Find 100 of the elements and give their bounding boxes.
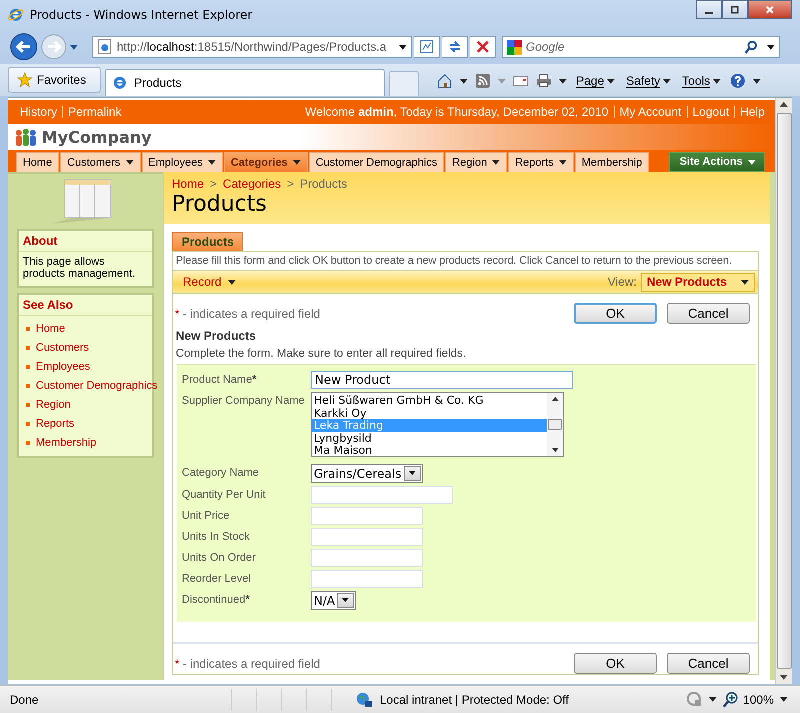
input-field[interactable]: New Product — [311, 371, 573, 389]
scrollbar[interactable] — [775, 98, 792, 684]
caret-icon[interactable] — [460, 78, 468, 84]
sidebar-link[interactable]: Customer Demographics — [36, 380, 158, 392]
form-tab[interactable]: Products — [172, 232, 244, 251]
help-icon[interactable] — [730, 73, 746, 89]
search-provider-icon — [507, 40, 522, 54]
input-field[interactable] — [311, 528, 423, 546]
address-field[interactable]: http://localhost:18515/Northwind/Pages/Products.a — [92, 36, 412, 58]
people-logo-icon — [14, 127, 38, 147]
zoom-level[interactable]: 100% — [743, 692, 774, 706]
page-chart-icon — [418, 39, 434, 55]
bullet-icon — [26, 326, 30, 330]
command-menu[interactable]: Tools — [680, 74, 724, 88]
site-actions-button[interactable]: Site Actions — [668, 152, 765, 172]
sidebar-link[interactable]: Customers — [36, 342, 90, 354]
caret-icon[interactable] — [709, 697, 718, 702]
printer-icon[interactable] — [536, 73, 552, 89]
caret-icon[interactable] — [780, 697, 788, 702]
view-selector[interactable]: New Products — [640, 272, 755, 292]
star-icon — [17, 72, 33, 88]
scroll-down-icon[interactable] — [780, 675, 788, 680]
list-box[interactable]: Heli Süßwaren GmbH & Co. KG Karkki Oy Leka Trading Lyngbysild Ma Maison — [311, 392, 564, 457]
refresh-button[interactable] — [442, 36, 468, 58]
zoom-icon[interactable] — [723, 692, 740, 708]
search-field[interactable]: Google — [502, 36, 780, 58]
scroll-up-icon[interactable] — [552, 397, 558, 402]
menu-item[interactable]: Categories — [224, 152, 308, 172]
close-button[interactable] — [748, 0, 792, 19]
menu-item[interactable]: Region — [445, 152, 508, 172]
feed-icon[interactable] — [475, 73, 492, 89]
list-option[interactable]: Karkki Oy — [312, 406, 547, 420]
caret-icon[interactable] — [559, 78, 568, 84]
caret-icon — [492, 160, 500, 165]
menu-item[interactable]: Membership — [574, 152, 650, 172]
scrollbar[interactable] — [547, 393, 563, 456]
caret-icon — [408, 471, 416, 476]
command-menu[interactable]: Safety — [624, 74, 674, 88]
sidebar-link[interactable]: Employees — [36, 360, 90, 372]
caret-icon[interactable] — [767, 44, 775, 50]
sidebar-link[interactable]: Region — [36, 398, 71, 410]
caret-icon — [607, 78, 616, 84]
bullet-icon — [26, 364, 30, 368]
ok-button[interactable]: OK — [574, 653, 657, 674]
caret-icon — [663, 78, 672, 84]
input-field[interactable] — [311, 486, 453, 504]
breadcrumb-current: Products — [300, 177, 348, 191]
sidebar-link[interactable]: Membership — [36, 436, 97, 448]
list-option[interactable]: Heli Süßwaren GmbH & Co. KG — [312, 394, 547, 407]
scroll-thumb[interactable] — [776, 113, 792, 669]
search-icon[interactable] — [744, 40, 759, 54]
dropdown-field[interactable]: N/A — [311, 591, 356, 610]
caret-icon[interactable] — [399, 44, 407, 50]
caret-icon — [713, 78, 722, 84]
input-field[interactable] — [311, 507, 423, 525]
input-field[interactable] — [311, 570, 423, 588]
caret-icon — [208, 160, 216, 165]
browser-logo-icon — [112, 75, 128, 91]
sidebar-link[interactable]: Reports — [36, 418, 75, 430]
menu-item[interactable]: Home — [16, 152, 60, 172]
ok-button[interactable]: OK — [574, 303, 657, 324]
browser-logo-icon — [8, 7, 24, 23]
dropdown-button[interactable] — [404, 466, 421, 481]
list-option[interactable]: Ma Maison — [312, 444, 547, 457]
cancel-button[interactable]: Cancel — [667, 303, 750, 324]
close-icon — [765, 4, 775, 14]
menu-item[interactable]: Customers — [60, 152, 141, 172]
dropdown-field[interactable]: Grains/Cereals — [311, 464, 423, 483]
list-option[interactable]: Lyngbysild — [312, 432, 547, 444]
minimize-button[interactable] — [696, 0, 722, 19]
field-label: Units In Stock — [182, 530, 251, 543]
back-button[interactable] — [10, 33, 38, 61]
dropdown-button[interactable] — [337, 593, 354, 608]
menu-item[interactable]: Customer Demographics — [308, 152, 444, 172]
breadcrumb-link[interactable]: Categories — [223, 177, 282, 191]
favorites-button[interactable]: Favorites — [8, 67, 102, 93]
zone-text: Local intranet | Protected Mode: Off — [380, 692, 569, 706]
menu-item[interactable]: Reports — [508, 152, 574, 172]
record-menu[interactable]: Record — [183, 275, 236, 289]
scroll-up-icon[interactable] — [780, 102, 788, 107]
view-label: View: — [608, 275, 637, 289]
breadcrumb-link[interactable]: Home — [172, 177, 204, 191]
globe-icon — [356, 692, 372, 708]
home-icon[interactable] — [437, 73, 454, 89]
browser-tab[interactable]: Products — [105, 69, 386, 96]
menu-item[interactable]: Employees — [142, 152, 223, 172]
breadcrumb-separator: > — [287, 177, 294, 191]
cancel-button[interactable]: Cancel — [667, 653, 750, 674]
section-description: Complete the form. Make sure to enter all required fields. — [176, 348, 468, 360]
scroll-down-icon[interactable] — [552, 448, 558, 452]
company-logo-text: MyCompany — [42, 128, 152, 146]
command-menu[interactable]: Page — [574, 74, 618, 88]
input-field[interactable] — [311, 549, 423, 567]
stop-button[interactable] — [470, 36, 496, 58]
panel-title: See Also — [19, 295, 152, 316]
compatibility-button[interactable] — [414, 36, 440, 58]
maximize-button[interactable] — [722, 0, 748, 19]
caret-icon[interactable] — [753, 78, 762, 84]
scroll-thumb[interactable] — [548, 419, 562, 430]
sidebar-link[interactable]: Home — [36, 322, 66, 334]
